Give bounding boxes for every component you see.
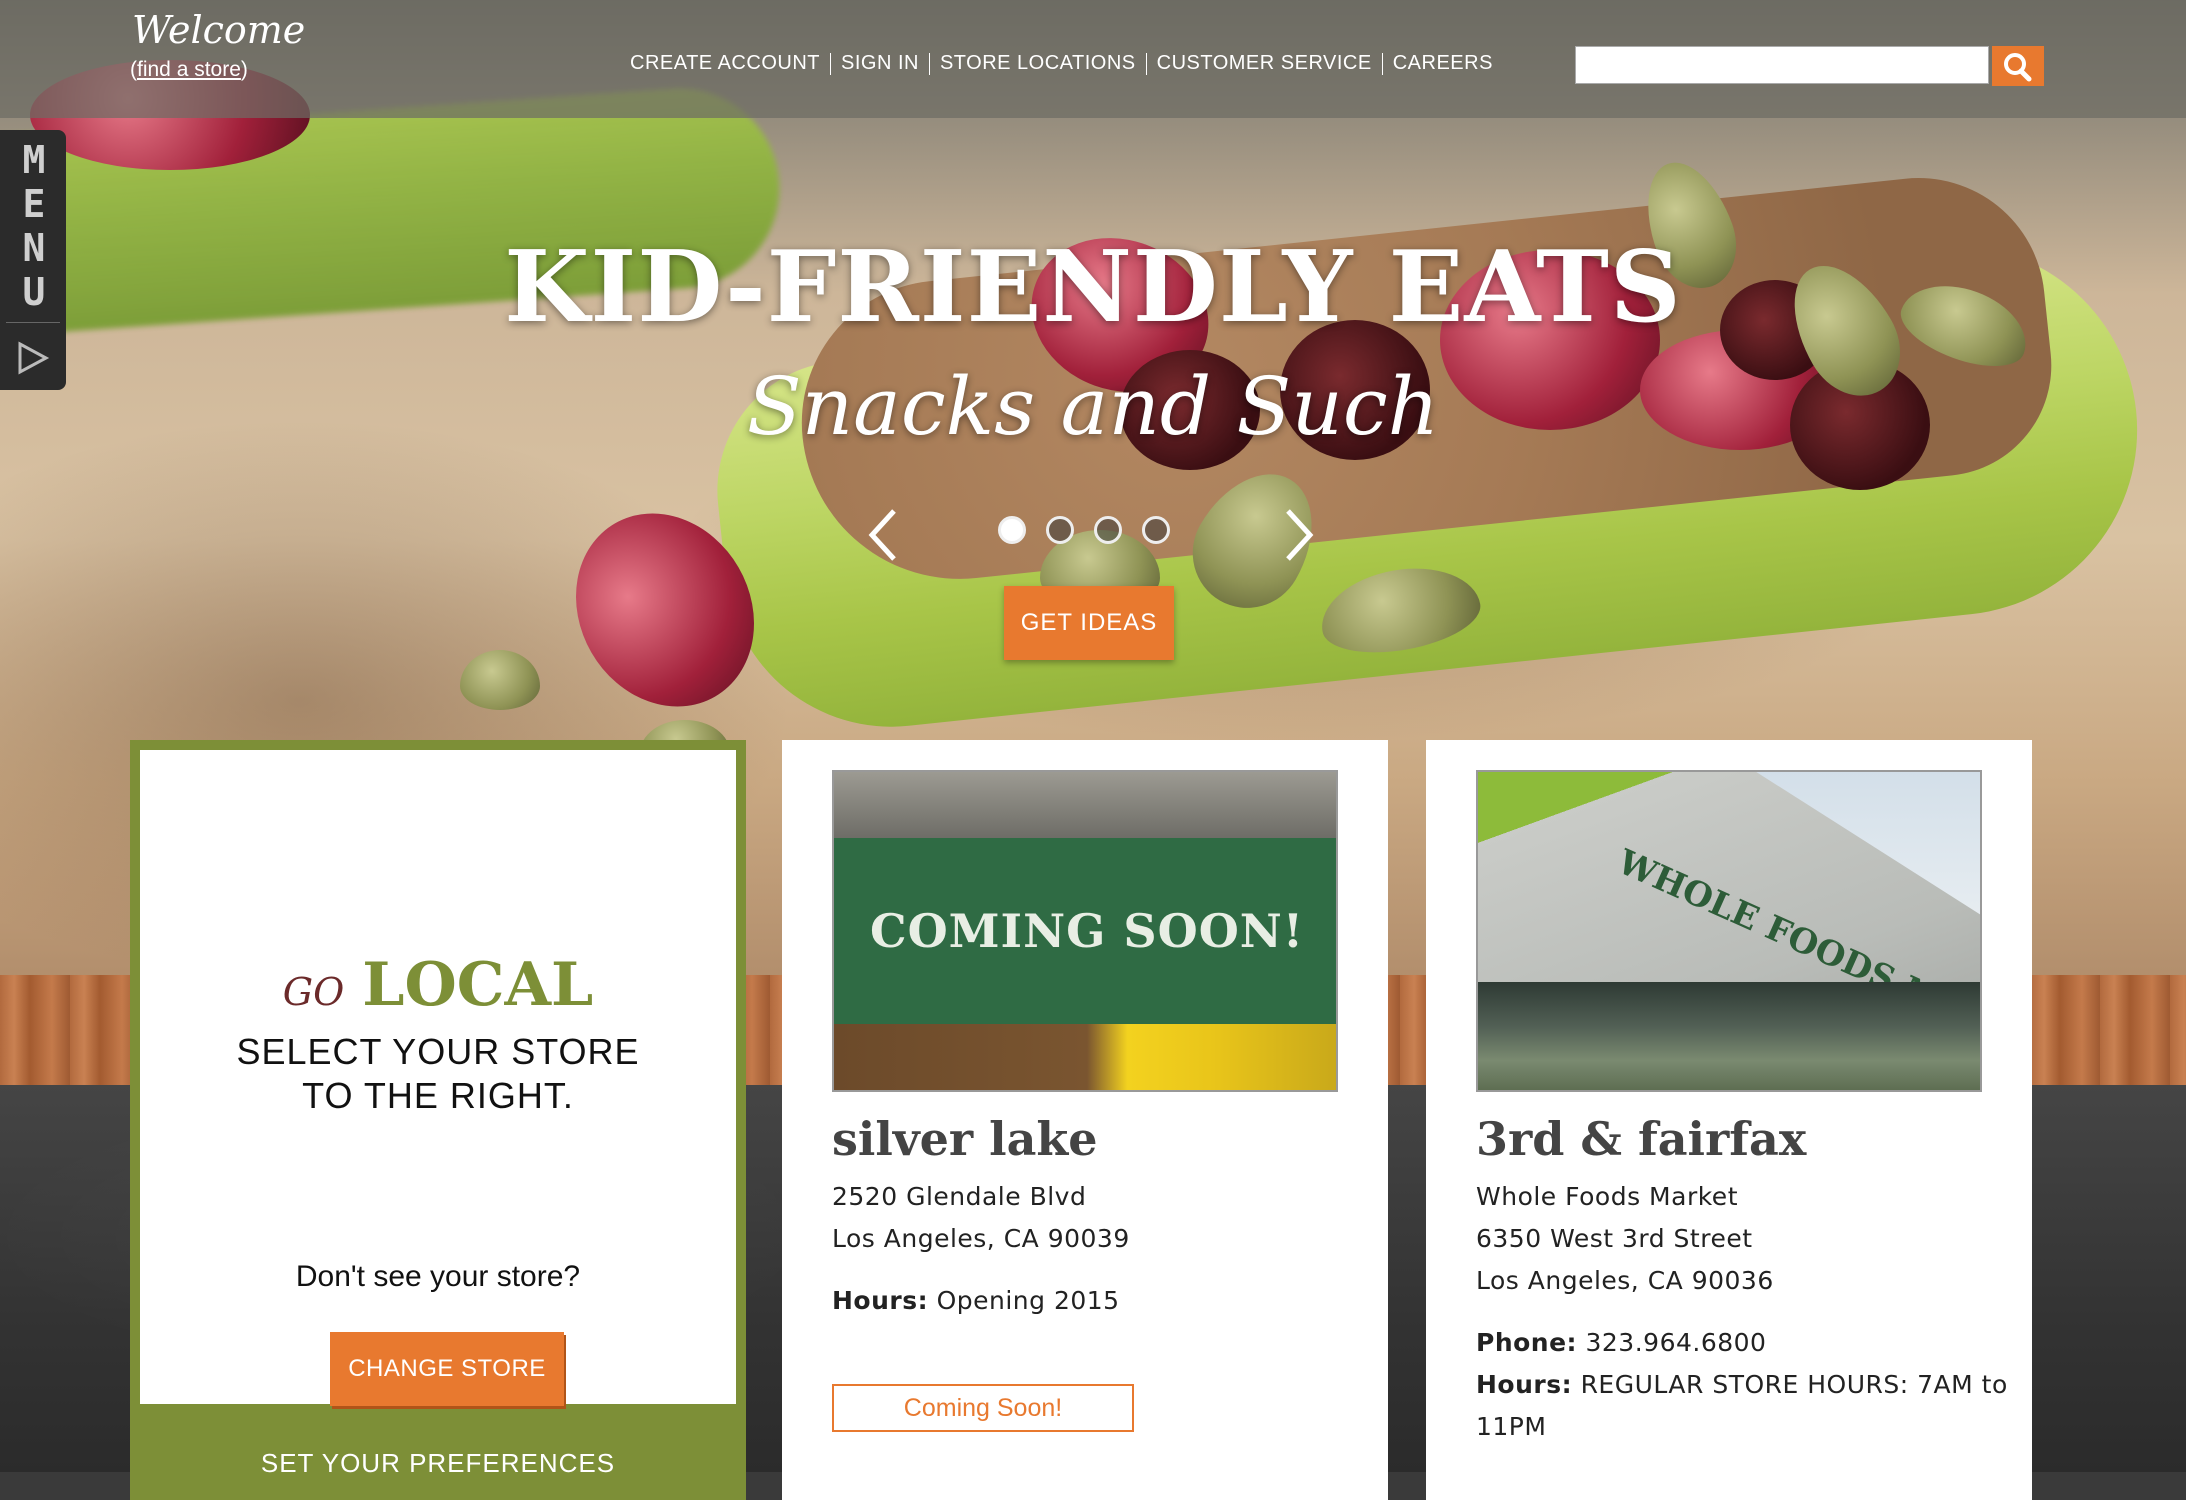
hours-value: Opening 2015 bbox=[936, 1286, 1120, 1315]
dont-see-store-text: Don't see your store? bbox=[295, 1260, 581, 1293]
store-hours: Hours: Opening 2015 bbox=[832, 1286, 1120, 1315]
carousel-dots bbox=[998, 516, 1170, 544]
store-address-line: Los Angeles, CA 90036 bbox=[1476, 1266, 1774, 1295]
nav-store-locations[interactable]: STORE LOCATIONS bbox=[930, 52, 1146, 75]
store-entrance bbox=[1478, 982, 1980, 1090]
hours-label: Hours: bbox=[832, 1286, 929, 1315]
coming-soon-button[interactable]: Coming Soon! bbox=[832, 1384, 1134, 1432]
go-word: GO bbox=[282, 970, 345, 1014]
carousel-dot-2[interactable] bbox=[1046, 516, 1074, 544]
nav-customer-service[interactable]: CUSTOMER SERVICE bbox=[1147, 52, 1382, 75]
store-address-line: Los Angeles, CA 90039 bbox=[832, 1224, 1130, 1253]
welcome-text: Welcome bbox=[132, 8, 306, 52]
store-phone: Phone: 323.964.6800 bbox=[1476, 1328, 1766, 1357]
get-ideas-button[interactable]: GET IDEAS bbox=[1004, 586, 1174, 660]
paren-close: ) bbox=[240, 58, 248, 81]
nav-careers[interactable]: CAREERS bbox=[1383, 52, 1503, 75]
change-store-button[interactable]: CHANGE STORE bbox=[330, 1332, 564, 1406]
carousel-dot-3[interactable] bbox=[1094, 516, 1122, 544]
phone-label: Phone: bbox=[1476, 1328, 1578, 1357]
go-local-heading: GO LOCAL bbox=[140, 950, 736, 1020]
local-word: LOCAL bbox=[362, 950, 594, 1020]
store-address-line: 2520 Glendale Blvd bbox=[832, 1182, 1087, 1211]
hours-label: Hours: bbox=[1476, 1370, 1573, 1399]
search-input[interactable] bbox=[1575, 46, 1989, 84]
hours-value-continued: 11PM bbox=[1476, 1412, 1547, 1441]
set-preferences-link[interactable]: SET YOUR PREFERENCES bbox=[130, 1448, 746, 1479]
store-hours: Hours: REGULAR STORE HOURS: 7AM to bbox=[1476, 1370, 2008, 1399]
select-store-instruction: SELECT YOUR STORE TO THE RIGHT. bbox=[140, 1030, 736, 1118]
go-local-panel: GO LOCAL SELECT YOUR STORE TO THE RIGHT. … bbox=[140, 750, 736, 1406]
menu-letter: E bbox=[22, 182, 46, 226]
store-name: silver lake bbox=[832, 1112, 1098, 1166]
coming-soon-banner: COMING SOON! bbox=[834, 838, 1336, 1024]
find-store-link[interactable]: find a store bbox=[137, 58, 241, 81]
store-address-line: Whole Foods Market bbox=[1476, 1182, 1738, 1211]
search-icon bbox=[2004, 53, 2032, 82]
phone-value: 323.964.6800 bbox=[1585, 1328, 1767, 1357]
hero-subtitle: Snacks and Such bbox=[746, 360, 1440, 453]
hours-value: REGULAR STORE HOURS: 7AM to bbox=[1580, 1370, 2008, 1399]
menu-letter: M bbox=[22, 138, 46, 182]
coming-soon-banner-text: COMING SOON! bbox=[869, 904, 1305, 958]
select-line-1: SELECT YOUR STORE bbox=[236, 1031, 640, 1072]
store-card-3rd-fairfax: WHOLE FOODS MARKET 3rd & fairfax Whole F… bbox=[1426, 740, 2032, 1500]
store-image-storefront: WHOLE FOODS MARKET bbox=[1476, 770, 1982, 1092]
nav-create-account[interactable]: CREATE ACCOUNT bbox=[630, 52, 830, 75]
store-card-silver-lake: COMING SOON! silver lake 2520 Glendale B… bbox=[782, 740, 1388, 1500]
carousel-dot-4[interactable] bbox=[1142, 516, 1170, 544]
produce-display bbox=[834, 1024, 1336, 1090]
store-name: 3rd & fairfax bbox=[1476, 1112, 1807, 1166]
carousel-next-arrow-icon[interactable] bbox=[1278, 505, 1318, 565]
find-store: (find a store) bbox=[130, 58, 248, 82]
paren-open: ( bbox=[130, 58, 137, 81]
store-interior-ceiling bbox=[834, 772, 1336, 842]
store-image-coming-soon: COMING SOON! bbox=[832, 770, 1338, 1092]
carousel-prev-arrow-icon[interactable] bbox=[864, 505, 904, 565]
go-local-card: GO LOCAL SELECT YOUR STORE TO THE RIGHT. … bbox=[130, 740, 746, 1500]
nav-sign-in[interactable]: SIGN IN bbox=[831, 52, 929, 75]
carousel-dot-1[interactable] bbox=[998, 516, 1026, 544]
hero-title: KID-FRIENDLY EATS bbox=[504, 230, 1682, 345]
store-address-line: 6350 West 3rd Street bbox=[1476, 1224, 1753, 1253]
select-line-2: TO THE RIGHT. bbox=[302, 1075, 574, 1116]
search-button[interactable] bbox=[1992, 46, 2044, 86]
top-nav: CREATE ACCOUNT SIGN IN STORE LOCATIONS C… bbox=[630, 52, 1503, 75]
